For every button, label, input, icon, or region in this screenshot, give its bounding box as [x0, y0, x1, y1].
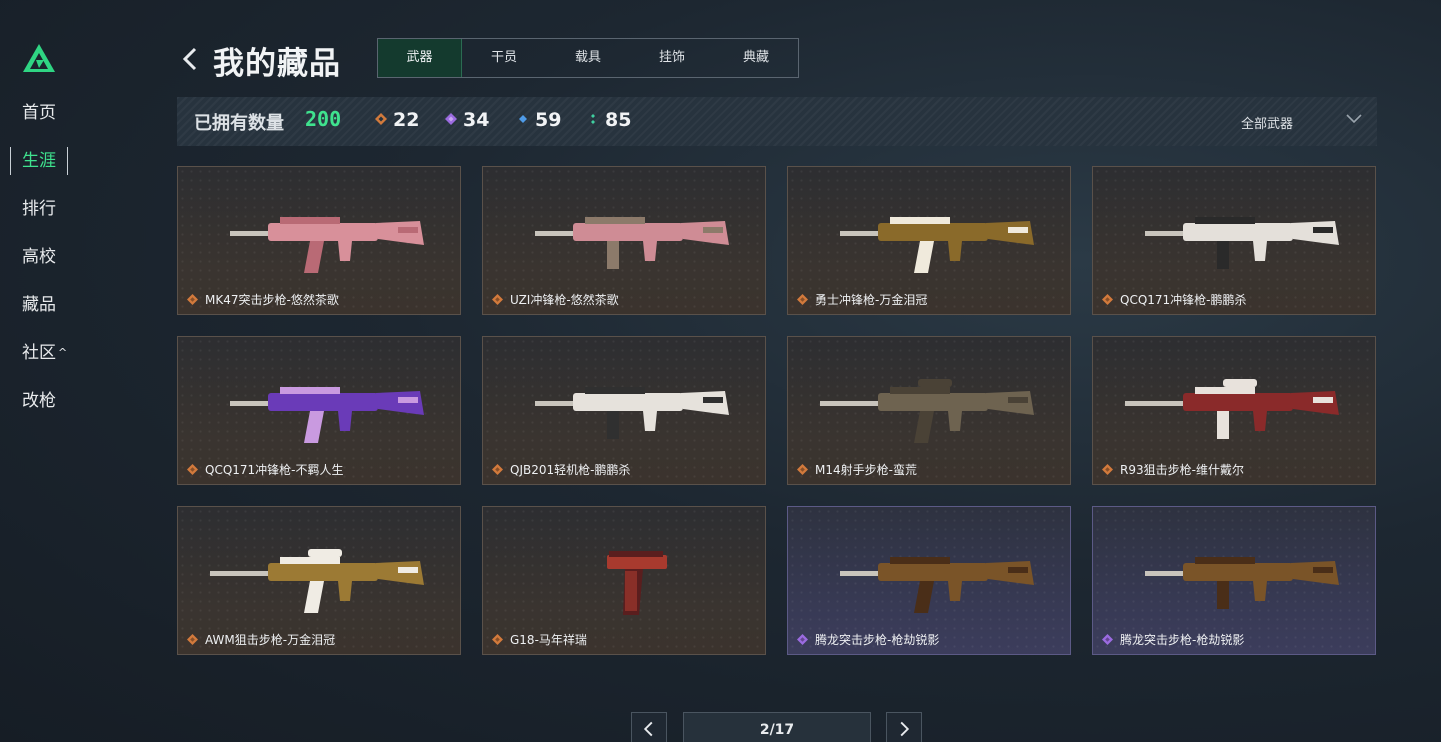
weapon-name: QJB201轻机枪-鹏鹏杀 [510, 463, 631, 477]
tab-vehicles[interactable]: 载具 [546, 39, 630, 77]
weapon-name: QCQ171冲锋枪-鹏鹏杀 [1120, 293, 1247, 307]
weapon-image [210, 549, 424, 613]
weapon-card[interactable]: AWM狙击步枪-万金泪冠 [177, 506, 461, 655]
nav-item-ranking[interactable]: 排行 [22, 197, 56, 221]
page-indicator: 2/17 [683, 712, 871, 742]
owned-count-label: 已拥有数量 [194, 113, 284, 134]
orange-diamond-icon [492, 294, 503, 305]
weapon-image [535, 387, 729, 439]
page-title: 我的藏品 [213, 46, 341, 82]
weapon-name: UZI冲锋枪-悠然茶歌 [510, 293, 619, 307]
orange-diamond-icon [797, 464, 808, 475]
purple-diamond-icon [445, 113, 457, 125]
green-rarity-count: 85 [587, 109, 631, 131]
chevron-right-icon[interactable] [886, 712, 922, 742]
back-arrow-icon[interactable] [180, 44, 202, 74]
weapon-image [1125, 379, 1339, 439]
weapon-image [1145, 217, 1339, 269]
nav-item-gunsmith[interactable]: 改枪 [22, 389, 56, 413]
weapon-card[interactable]: G18-马年祥瑞 [482, 506, 766, 655]
weapon-image [607, 551, 667, 615]
purple-count-value: 34 [463, 109, 490, 131]
category-tabs: 武器 干员 载具 挂饰 典藏 [377, 38, 799, 78]
weapon-card[interactable]: MK47突击步枪-悠然茶歌 [177, 166, 461, 315]
weapon-name: AWM狙击步枪-万金泪冠 [205, 633, 336, 647]
weapon-name: 勇士冲锋枪-万金泪冠 [815, 293, 928, 307]
weapon-name: 腾龙突击步枪-枪劫锐影 [1120, 633, 1245, 647]
weapon-image [840, 217, 1034, 273]
chevron-left-icon[interactable] [631, 712, 667, 742]
weapon-image [820, 379, 1034, 443]
orange-diamond-icon [187, 294, 198, 305]
weapon-card[interactable]: R93狙击步枪-维什戴尔 [1092, 336, 1376, 485]
orange-diamond-icon [1102, 294, 1113, 305]
weapon-card[interactable]: QCQ171冲锋枪-不羁人生 [177, 336, 461, 485]
blue-diamond-icon [519, 115, 527, 123]
blue-rarity-count: 59 [517, 109, 561, 131]
chevron-down-icon[interactable] [1345, 111, 1363, 125]
owned-count-value: 200 [305, 107, 342, 131]
weapon-card[interactable]: 勇士冲锋枪-万金泪冠 [787, 166, 1071, 315]
nav-item-community[interactable]: 社区 ^ [22, 341, 67, 365]
orange-diamond-icon [492, 464, 503, 475]
weapon-card[interactable]: 腾龙突击步枪-枪劫锐影 [1092, 506, 1376, 655]
nav-item-collection[interactable]: 藏品 [22, 293, 56, 317]
weapon-name: R93狙击步枪-维什戴尔 [1120, 463, 1244, 477]
weapon-name: MK47突击步枪-悠然茶歌 [205, 293, 339, 307]
tab-charms[interactable]: 挂饰 [630, 39, 714, 77]
weapon-image [840, 557, 1034, 613]
chevron-up-icon: ^ [58, 346, 68, 359]
weapon-name: M14射手步枪-蛮荒 [815, 463, 917, 477]
weapon-card[interactable]: QCQ171冲锋枪-鹏鹏杀 [1092, 166, 1376, 315]
orange-diamond-icon [187, 634, 198, 645]
weapon-card[interactable]: QJB201轻机枪-鹏鹏杀 [482, 336, 766, 485]
weapon-name: G18-马年祥瑞 [510, 633, 587, 647]
weapon-card[interactable]: UZI冲锋枪-悠然茶歌 [482, 166, 766, 315]
purple-rarity-count: 34 [445, 109, 489, 131]
tab-weapons[interactable]: 武器 [378, 39, 462, 77]
green-dots-icon [591, 114, 595, 124]
nav-item-community-label: 社区 [22, 343, 56, 363]
weapon-image [535, 217, 729, 269]
stats-bar: 已拥有数量 200 22 34 59 85 全部武器 [177, 97, 1377, 146]
weapon-name: 腾龙突击步枪-枪劫锐影 [815, 633, 940, 647]
orange-diamond-icon [1102, 464, 1113, 475]
orange-diamond-icon [492, 634, 503, 645]
tab-operators[interactable]: 干员 [462, 39, 546, 77]
tab-collector[interactable]: 典藏 [714, 39, 798, 77]
orange-diamond-icon [797, 294, 808, 305]
app-logo-icon[interactable] [22, 42, 56, 74]
weapon-name: QCQ171冲锋枪-不羁人生 [205, 463, 344, 477]
nav-item-colleges[interactable]: 高校 [22, 245, 56, 269]
weapon-card[interactable]: 腾龙突击步枪-枪劫锐影 [787, 506, 1071, 655]
orange-diamond-icon [187, 464, 198, 475]
nav-item-home[interactable]: 首页 [22, 101, 56, 125]
weapon-image [1145, 557, 1339, 609]
orange-diamond-icon [375, 113, 387, 125]
orange-count-value: 22 [393, 109, 420, 131]
orange-rarity-count: 22 [375, 109, 419, 131]
weapon-card[interactable]: M14射手步枪-蛮荒 [787, 336, 1071, 485]
purple-diamond-icon [797, 634, 808, 645]
weapon-image [230, 387, 424, 443]
weapon-filter-dropdown[interactable]: 全部武器 [1241, 113, 1293, 132]
green-count-value: 85 [605, 109, 632, 131]
weapon-image [230, 217, 424, 273]
nav-item-career[interactable]: 生涯 [10, 147, 68, 175]
blue-count-value: 59 [535, 109, 562, 131]
purple-diamond-icon [1102, 634, 1113, 645]
sidebar: 首页 生涯 排行 高校 藏品 社区 ^ 改枪 [0, 0, 120, 742]
